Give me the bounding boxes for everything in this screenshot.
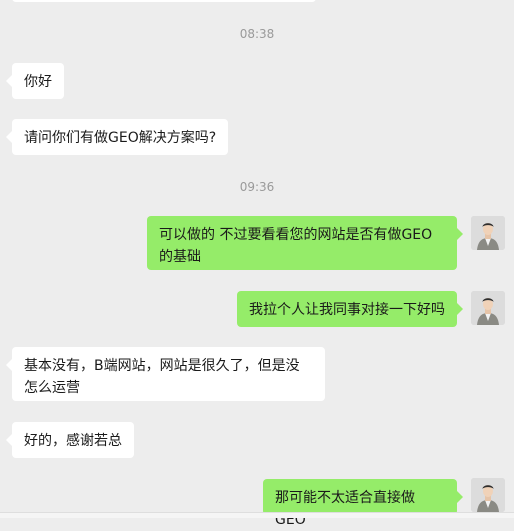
input-area-edge <box>0 512 514 518</box>
avatar[interactable] <box>471 216 505 250</box>
timestamp-divider: 08:38 <box>239 27 275 41</box>
outgoing-message[interactable]: 那可能不太适合直接做GEO <box>263 479 463 528</box>
previous-message-bubble-edge <box>12 0 316 2</box>
timestamp-divider: 09:36 <box>239 180 275 194</box>
outgoing-message[interactable]: 我拉个人让我同事对接一下好吗 <box>237 291 463 327</box>
user-avatar-icon <box>471 478 505 512</box>
incoming-message[interactable]: 好的，感谢若总 <box>6 422 134 458</box>
incoming-message[interactable]: 你好 <box>6 63 64 99</box>
user-avatar-icon <box>471 291 505 325</box>
outgoing-message[interactable]: 可以做的 不过要看看您的网站是否有做GEO的基础 <box>147 216 463 270</box>
incoming-message[interactable]: 基本没有，B端网站，网站是很久了，但是没怎么运营 <box>6 347 325 401</box>
chat-message-area[interactable]: 08:38 你好 请问你们有做GEO解决方案吗? 09:36 可以做的 不过要看… <box>0 0 514 528</box>
user-avatar-icon <box>471 216 505 250</box>
avatar[interactable] <box>471 291 505 325</box>
avatar[interactable] <box>471 478 505 512</box>
incoming-message[interactable]: 请问你们有做GEO解决方案吗? <box>5 119 229 155</box>
